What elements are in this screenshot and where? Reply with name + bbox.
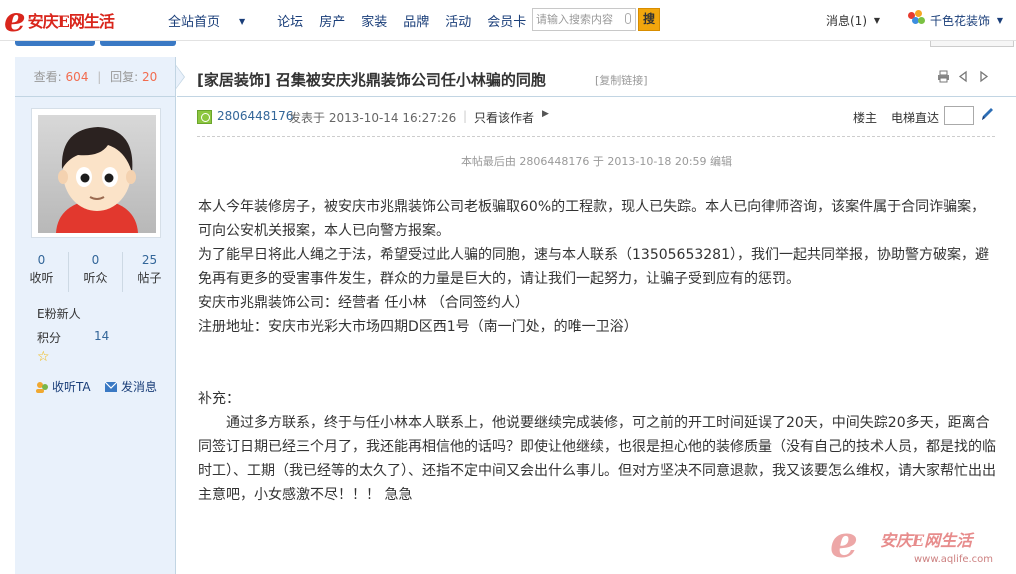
count-following[interactable]: 0 收听 <box>15 252 69 292</box>
count-value: 25 <box>141 253 158 267</box>
count-value: 0 <box>37 253 46 267</box>
nav-item-brand[interactable]: 品牌 <box>403 11 429 30</box>
supplement-title: 补充： <box>198 391 240 407</box>
watermark-url: www.aqlife.com <box>914 554 994 565</box>
nav-item-home-decor[interactable]: 家装 <box>361 11 387 30</box>
nav-item-home[interactable]: 全站首页 ▼ <box>168 11 261 30</box>
site-logo[interactable]: e 安庆E网生活 <box>4 0 115 40</box>
divider <box>197 136 995 137</box>
post-title-bar: [家居装饰] 召集被安庆兆鼎装饰公司任小林骗的同胞 [复制链接] <box>176 57 1016 97</box>
previous-thread-icon[interactable] <box>957 70 970 83</box>
search-button[interactable]: 搜 <box>638 8 660 31</box>
chevron-down-icon: ▼ <box>996 16 1003 25</box>
avatar-image <box>38 115 156 233</box>
nav-item-forum[interactable]: 论坛 <box>277 11 303 30</box>
nav-item-realestate[interactable]: 房产 <box>319 11 345 30</box>
count-followers[interactable]: 0 听众 <box>69 252 123 292</box>
copy-link-button[interactable]: [复制链接] <box>595 72 648 88</box>
microphone-icon[interactable] <box>625 13 631 24</box>
meta-separator: | <box>463 109 468 123</box>
stat-separator: | <box>97 70 102 84</box>
logo-e-mark: e <box>4 0 26 40</box>
post-main: [家居装饰] 召集被安庆兆鼎装饰公司任小林骗的同胞 [复制链接] 2806448… <box>176 57 1016 574</box>
avatar[interactable] <box>31 108 161 238</box>
chevron-down-icon: ▼ <box>239 17 246 26</box>
replies-label: 回复: <box>110 70 139 84</box>
post-paragraph: 为了能早日将此人绳之于法，希望受过此人骗的同胞，速与本人联系（135056532… <box>198 247 989 287</box>
send-message-button[interactable]: 发消息 <box>104 378 157 395</box>
nav-item-events[interactable]: 活动 <box>445 11 471 30</box>
page-title: [家居装饰] 召集被安庆兆鼎装饰公司任小林骗的同胞 <box>197 71 546 89</box>
top-navigation-bar: e 安庆E网生活 全站首页 ▼ 论坛 房产 家装 品牌 活动 会员卡 搜 消息(1… <box>0 0 1016 41</box>
follow-button[interactable]: 收听TA <box>35 378 91 395</box>
author-link[interactable]: 2806448176 <box>217 109 293 123</box>
points-label: 积分 <box>37 331 62 345</box>
sub-box-right <box>930 41 1014 47</box>
edit-note: 本帖最后由 2806448176 于 2013-10-18 20:59 编辑 <box>460 155 733 168</box>
nav-item-member-card[interactable]: 会员卡 <box>487 11 526 30</box>
jump-to-floor-label: 电梯直达 <box>891 111 940 125</box>
post-tools <box>937 70 990 83</box>
go-pencil-icon[interactable] <box>980 106 994 124</box>
views-label: 查看: <box>33 70 62 84</box>
replies-count: 20 <box>142 70 158 84</box>
post-paragraph: 本人今年装修房子，被安庆市兆鼎装饰公司老板骗取60%的工程款，现人已失踪。本人已… <box>198 199 986 239</box>
watermark: e 安庆E网生活 www.aqlife.com <box>830 517 1016 574</box>
user-level[interactable]: E粉新人 <box>37 305 81 322</box>
play-arrow-icon: ▶ <box>542 109 549 119</box>
online-status-icon <box>197 110 212 124</box>
post-paragraph: 安庆市兆鼎装饰公司：经营者 任小林 （合同签约人） <box>198 295 529 311</box>
sub-tab-left[interactable] <box>15 41 95 46</box>
follow-icon <box>36 382 48 393</box>
author-sidebar: 查看: 604 | 回复: 20 0 收听 0 听众 25 帖子 E粉新人 积分… <box>15 57 176 574</box>
jump-to-floor-input[interactable] <box>944 106 974 125</box>
floor-label: 楼主 <box>853 111 878 125</box>
title-arrow-inner <box>176 66 184 88</box>
star-icon: ☆ <box>37 349 50 365</box>
post-meta: 2806448176 发表于 2013-10-14 16:27:26 | 只看该… <box>197 106 997 126</box>
avatar-cartoon-icon <box>56 127 138 233</box>
send-message-label: 发消息 <box>121 380 158 394</box>
views-count: 604 <box>65 70 89 84</box>
sub-tab-right[interactable] <box>100 41 176 46</box>
post-timestamp: 发表于 2013-10-14 16:27:26 <box>289 111 457 125</box>
messages-menu[interactable]: 消息(1) ▼ <box>826 12 880 29</box>
next-thread-icon[interactable] <box>977 70 990 83</box>
count-value: 0 <box>91 253 100 267</box>
only-author-link[interactable]: 只看该作者 <box>474 109 534 126</box>
nav-label: 全站首页 <box>168 15 221 30</box>
follow-label: 收听TA <box>52 380 91 394</box>
post-content: 本人今年装修房子，被安庆市兆鼎装饰公司老板骗取60%的工程款，现人已失踪。本人已… <box>198 195 998 507</box>
count-label: 听众 <box>83 271 108 285</box>
view-reply-stats: 查看: 604 | 回复: 20 <box>15 57 176 97</box>
search-box <box>532 8 636 31</box>
message-icon <box>104 381 118 392</box>
count-label: 帖子 <box>137 271 162 285</box>
watermark-e: e <box>830 517 858 568</box>
site-switcher[interactable]: 千色花装饰 ▼ <box>930 12 1003 29</box>
site-name: 千色花装饰 <box>930 14 991 28</box>
user-counts: 0 收听 0 听众 25 帖子 <box>15 252 176 292</box>
supplement-paragraph: 通过多方联系，终于与任小林本人联系上，他说要继续完成装修，可之前的开工时间延误了… <box>198 415 996 503</box>
count-posts[interactable]: 25 帖子 <box>123 252 176 292</box>
logo-text: 安庆E网生活 <box>27 12 115 31</box>
post-paragraph: 注册地址：安庆市光彩大市场四期D区西1号（南一门处，的唯一卫浴） <box>198 319 638 335</box>
points-value[interactable]: 14 <box>94 329 109 343</box>
flower-logo-icon <box>906 10 926 28</box>
watermark-text: 安庆E网生活 <box>880 531 973 550</box>
count-label: 收听 <box>29 271 54 285</box>
print-icon[interactable] <box>937 70 950 83</box>
messages-label: 消息(1) <box>826 14 867 28</box>
search-input[interactable] <box>533 9 619 30</box>
main-nav: 全站首页 ▼ 论坛 房产 家装 品牌 活动 会员卡 <box>168 11 542 30</box>
chevron-down-icon: ▼ <box>873 16 880 25</box>
